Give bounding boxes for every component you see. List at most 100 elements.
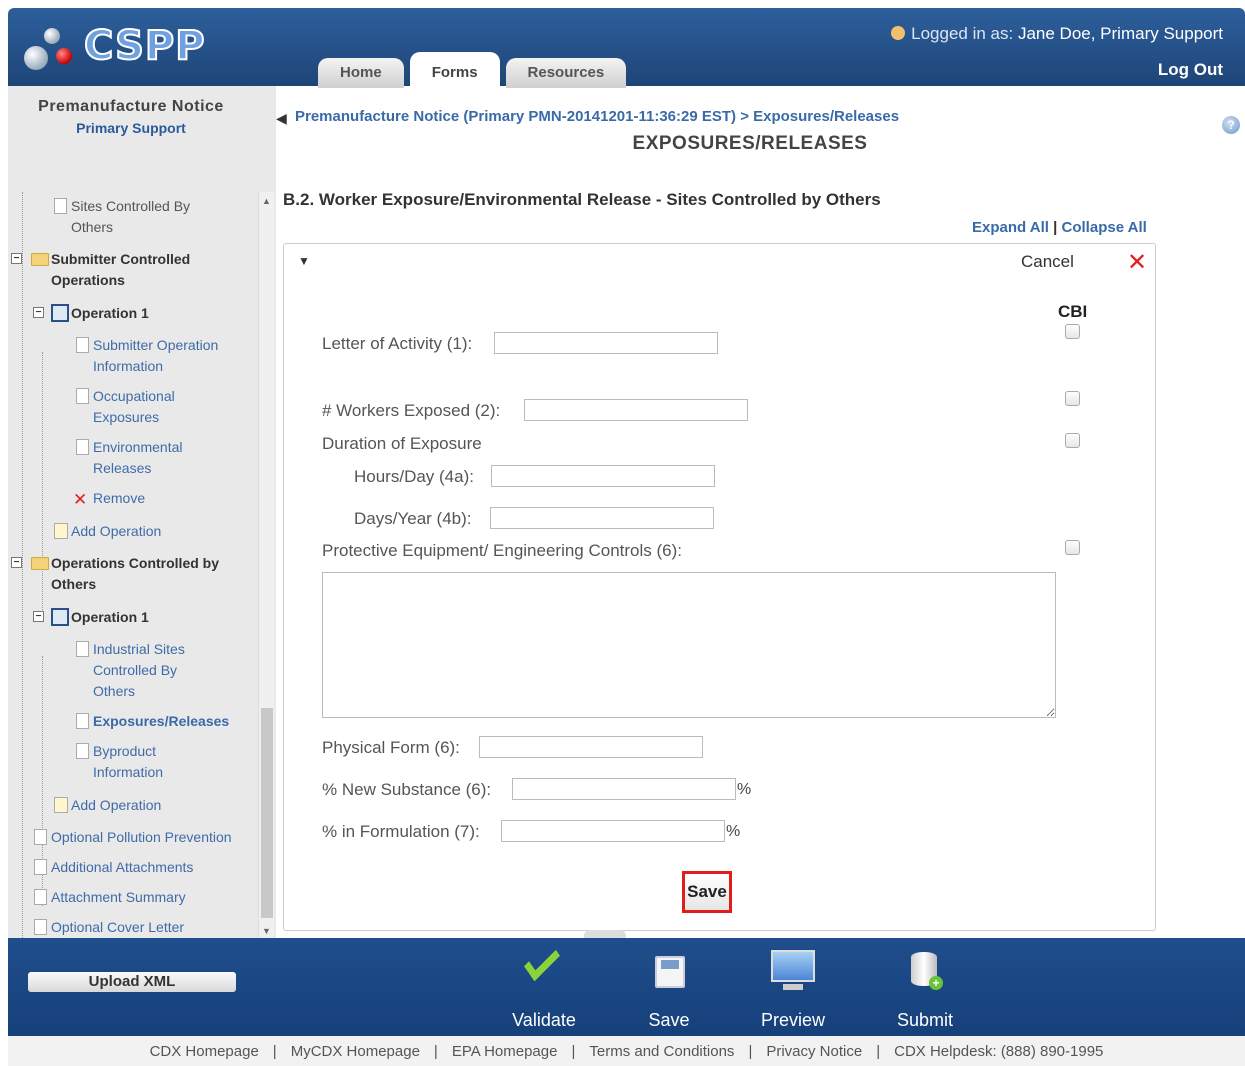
hours-day-input[interactable]: [491, 465, 715, 487]
check-icon: [518, 940, 570, 994]
cdx-homepage-link[interactable]: CDX Homepage: [150, 1043, 259, 1060]
footer-separator: |: [571, 1042, 576, 1060]
sidebar-item-occupational-exposures[interactable]: Occupational Exposures: [76, 386, 203, 428]
upload-xml-button[interactable]: Upload XML: [28, 972, 236, 992]
sidebar-item-operations-controlled-by-others[interactable]: − Operations Controlled by Others: [11, 553, 241, 595]
collapse-all-link[interactable]: Collapse All: [1062, 219, 1147, 236]
help-icon[interactable]: ?: [1222, 116, 1240, 134]
cspp-logo[interactable]: CSPP: [22, 18, 206, 74]
collapse-sidebar-icon[interactable]: ◀: [276, 110, 287, 127]
workers-exposed-input[interactable]: [524, 399, 748, 421]
privacy-notice-link[interactable]: Privacy Notice: [766, 1043, 862, 1060]
link-separator: |: [1053, 219, 1058, 236]
submit-label: Submit: [896, 1010, 954, 1030]
sidebar-item-label: Operation 1: [71, 305, 149, 321]
physical-form-input[interactable]: [479, 736, 703, 758]
logout-link[interactable]: Log Out: [1158, 60, 1223, 80]
footer-separator: |: [748, 1042, 753, 1060]
operation-icon: [51, 304, 69, 322]
logged-in-user: Jane Doe, Primary Support: [1017, 24, 1223, 43]
sidebar-item-label: Exposures/Releases: [93, 713, 230, 729]
protective-equipment-textarea[interactable]: [322, 572, 1056, 718]
tab-forms[interactable]: Forms: [409, 52, 500, 88]
collapse-toggle-icon[interactable]: −: [33, 307, 44, 318]
cdx-helpdesk-link[interactable]: CDX Helpdesk: (888) 890-1995: [894, 1043, 1103, 1060]
sidebar-item-sites-controlled-by-others[interactable]: Sites Controlled By Others: [54, 196, 221, 238]
cbi-checkbox-duration[interactable]: [1065, 433, 1080, 448]
folder-icon: [31, 253, 49, 266]
in-formulation-input[interactable]: [501, 820, 725, 842]
sidebar-item-additional-attachments[interactable]: Additional Attachments: [34, 857, 261, 878]
document-icon: [34, 919, 47, 935]
cancel-x-icon[interactable]: ✕: [1127, 248, 1147, 277]
action-bar: Upload XML Validate Save Preview + Submi…: [8, 938, 1245, 1036]
sidebar-item-remove[interactable]: ✕ Remove: [73, 488, 145, 509]
new-substance-input[interactable]: [512, 778, 736, 800]
terms-and-conditions-link[interactable]: Terms and Conditions: [589, 1043, 734, 1060]
document-icon: [76, 743, 89, 759]
sidebar: Premanufacture Notice Primary Support Si…: [8, 86, 276, 1022]
document-icon: [76, 388, 89, 404]
sidebar-title: Premanufacture Notice: [38, 98, 224, 115]
expand-all-link[interactable]: Expand All: [972, 219, 1049, 236]
sidebar-item-label: Submitter Operation Information: [93, 337, 219, 374]
sidebar-item-exposures-releases[interactable]: Exposures/Releases: [76, 711, 230, 732]
mycdx-homepage-link[interactable]: MyCDX Homepage: [291, 1043, 420, 1060]
molecule-icon: [22, 18, 82, 74]
sidebar-item-label: Submitter Controlled Operations: [51, 251, 191, 288]
sidebar-item-label: Occupational Exposures: [93, 388, 175, 425]
sidebar-scrollbar[interactable]: ▲ ▼: [258, 192, 274, 938]
sidebar-item-add-operation-submitter[interactable]: Add Operation: [54, 521, 161, 542]
footer-separator: |: [876, 1042, 881, 1060]
add-document-icon: [54, 797, 68, 813]
cbi-checkbox-workers-exposed[interactable]: [1065, 391, 1080, 406]
in-formulation-percent: %: [726, 823, 741, 840]
panel-resize-handle[interactable]: [584, 930, 626, 938]
footer-save-button[interactable]: Save: [619, 948, 719, 1031]
sidebar-item-add-operation-others[interactable]: Add Operation: [54, 795, 161, 816]
breadcrumb[interactable]: Premanufacture Notice (Primary PMN-20141…: [295, 108, 899, 125]
cbi-checkbox-protective-equipment[interactable]: [1065, 540, 1080, 555]
sidebar-item-environmental-releases[interactable]: Environmental Releases: [76, 437, 203, 479]
sidebar-item-label: Optional Cover Letter: [51, 919, 185, 935]
panel-collapse-icon[interactable]: ▼: [298, 254, 310, 268]
validate-label: Validate: [512, 1010, 576, 1030]
validate-button[interactable]: Validate: [494, 940, 594, 1031]
sidebar-item-submitter-operation-information[interactable]: Submitter Operation Information: [76, 335, 243, 377]
days-year-input[interactable]: [490, 507, 714, 529]
cancel-button[interactable]: Cancel: [1021, 252, 1074, 272]
scroll-thumb[interactable]: [261, 708, 273, 918]
save-button[interactable]: Save: [682, 871, 732, 913]
submit-button[interactable]: + Submit: [875, 948, 975, 1031]
tab-home[interactable]: Home: [318, 58, 404, 88]
document-icon: [34, 859, 47, 875]
section-title: B.2. Worker Exposure/Environmental Relea…: [283, 190, 881, 209]
page-title: EXPOSURES/RELEASES: [632, 133, 868, 154]
sidebar-subtitle: Primary Support: [76, 120, 186, 136]
epa-homepage-link[interactable]: EPA Homepage: [452, 1043, 558, 1060]
tab-resources[interactable]: Resources: [505, 58, 627, 88]
collapse-toggle-icon[interactable]: −: [11, 253, 22, 264]
document-icon: [76, 713, 89, 729]
scroll-up-arrow-icon[interactable]: ▲: [262, 196, 271, 206]
sidebar-item-operation-1-submitter[interactable]: − Operation 1: [33, 303, 149, 324]
sidebar-item-operation-1-others[interactable]: − Operation 1: [33, 607, 149, 628]
sidebar-item-submitter-controlled-operations[interactable]: − Submitter Controlled Operations: [11, 249, 221, 291]
scroll-down-arrow-icon[interactable]: ▼: [262, 926, 271, 936]
disk-icon: [643, 948, 695, 994]
logged-in-info: Logged in as: Jane Doe, Primary Support: [891, 24, 1223, 44]
sidebar-item-optional-pollution-prevention[interactable]: Optional Pollution Prevention: [34, 827, 261, 848]
sidebar-item-attachment-summary[interactable]: Attachment Summary: [34, 887, 261, 908]
collapse-toggle-icon[interactable]: −: [33, 611, 44, 622]
sidebar-item-industrial-sites-controlled-by-others[interactable]: Industrial Sites Controlled By Others: [76, 639, 203, 702]
physical-form-label: Physical Form (6):: [322, 738, 460, 757]
sidebar-item-optional-cover-letter[interactable]: Optional Cover Letter: [34, 917, 261, 938]
footer-separator: |: [272, 1042, 277, 1060]
collapse-toggle-icon[interactable]: −: [11, 557, 22, 568]
preview-button[interactable]: Preview: [743, 948, 843, 1031]
sidebar-item-label: Additional Attachments: [51, 859, 194, 875]
sidebar-item-byproduct-information[interactable]: Byproduct Information: [76, 741, 203, 783]
cbi-checkbox-letter-of-activity[interactable]: [1065, 324, 1080, 339]
letter-of-activity-input[interactable]: [494, 332, 718, 354]
new-substance-label: % New Substance (6):: [322, 780, 492, 799]
